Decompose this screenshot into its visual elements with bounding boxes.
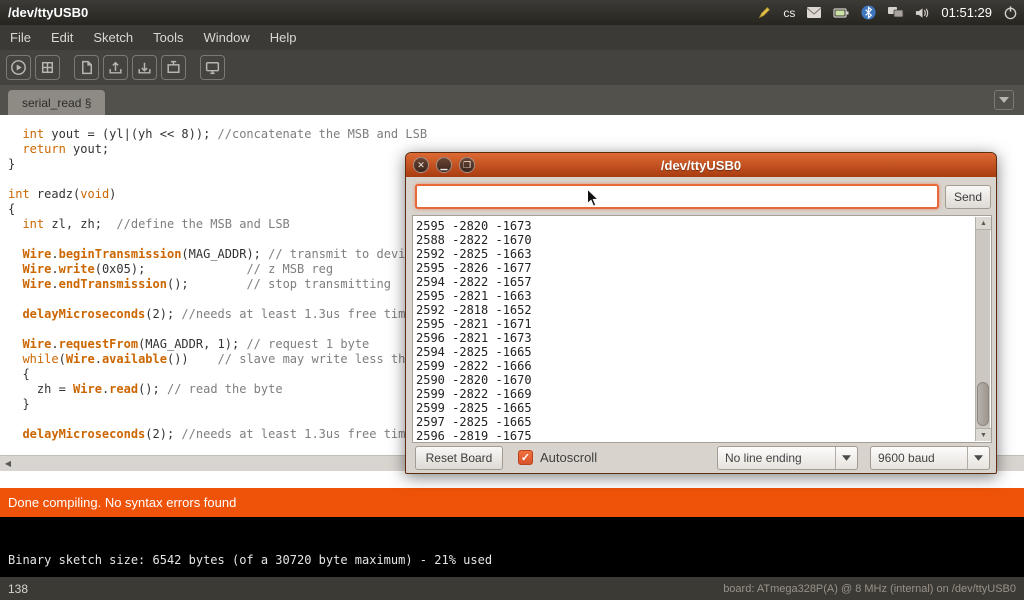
baud-rate-value: 9600 baud xyxy=(871,447,967,469)
menu-help[interactable]: Help xyxy=(260,25,307,50)
arduino-ide-screen: /dev/ttyUSB0 cs 01:51:29 xyxy=(0,0,1024,600)
scroll-left-arrow-icon[interactable]: ◀ xyxy=(0,456,16,472)
menu-tools[interactable]: Tools xyxy=(143,25,193,50)
system-tray: cs 01:51:29 xyxy=(757,5,1018,20)
tab-serial-read[interactable]: serial_read § xyxy=(8,90,105,115)
export-button[interactable] xyxy=(161,55,186,80)
active-window-title: /dev/ttyUSB0 xyxy=(8,5,88,20)
serial-send-input[interactable] xyxy=(415,184,939,209)
mail-icon[interactable] xyxy=(806,6,822,19)
bluetooth-icon[interactable] xyxy=(861,5,876,20)
status-message: Done compiling. No syntax errors found xyxy=(8,495,236,510)
chevron-down-icon[interactable] xyxy=(835,447,857,469)
reset-board-button[interactable]: Reset Board xyxy=(415,446,503,470)
scroll-up-arrow-icon[interactable]: ▲ xyxy=(976,217,991,230)
menu-window[interactable]: Window xyxy=(193,25,259,50)
autoscroll-checkbox[interactable]: ✓ xyxy=(518,450,533,465)
tab-menu-button[interactable] xyxy=(994,90,1014,110)
clock[interactable]: 01:51:29 xyxy=(941,5,992,20)
board-info: board: ATmega328P(A) @ 8 MHz (internal) … xyxy=(723,583,1016,595)
serial-monitor-controls: Reset Board ✓ Autoscroll No line ending … xyxy=(406,445,996,471)
top-panel: /dev/ttyUSB0 cs 01:51:29 xyxy=(0,0,1024,25)
serial-vertical-scrollbar[interactable]: ▲ ▼ xyxy=(975,217,990,441)
verify-button[interactable] xyxy=(6,55,31,80)
reset-board-label: Reset Board xyxy=(426,451,493,465)
autoscroll-label: Autoscroll xyxy=(540,450,597,465)
send-button-label: Send xyxy=(954,190,982,204)
chevron-down-icon[interactable] xyxy=(967,447,989,469)
minimize-button[interactable]: ▁ xyxy=(436,157,452,173)
menubar: File Edit Sketch Tools Window Help xyxy=(0,25,1024,50)
toolbar xyxy=(0,50,1024,85)
footer-bar: 138 board: ATmega328P(A) @ 8 MHz (intern… xyxy=(0,577,1024,600)
serial-window-title: /dev/ttyUSB0 xyxy=(406,158,996,173)
new-sketch-button[interactable] xyxy=(74,55,99,80)
menu-sketch[interactable]: Sketch xyxy=(83,25,143,50)
keyboard-indicator-icon[interactable] xyxy=(757,5,772,20)
build-console: Binary sketch size: 6542 bytes (of a 307… xyxy=(0,517,1024,577)
session-power-icon[interactable] xyxy=(1003,5,1018,20)
tab-bar: serial_read § xyxy=(0,85,1024,115)
save-button[interactable] xyxy=(132,55,157,80)
line-ending-dropdown[interactable]: No line ending xyxy=(717,446,858,470)
status-bar: Done compiling. No syntax errors found xyxy=(0,488,1024,517)
stop-button[interactable] xyxy=(35,55,60,80)
tab-label: serial_read § xyxy=(22,96,91,110)
network-icon[interactable] xyxy=(887,6,904,19)
line-ending-value: No line ending xyxy=(718,447,835,469)
volume-icon[interactable] xyxy=(915,6,930,20)
console-output: Binary sketch size: 6542 bytes (of a 307… xyxy=(8,553,492,567)
open-button[interactable] xyxy=(103,55,128,80)
serial-monitor-window: /dev/ttyUSB0 ✕ ▁ ❐ Send 2595 -2820 -1673… xyxy=(405,152,997,474)
scroll-down-arrow-icon[interactable]: ▼ xyxy=(976,428,991,441)
maximize-button[interactable]: ❐ xyxy=(459,157,475,173)
scrollbar-thumb[interactable] xyxy=(977,382,989,426)
serial-data-panel: 2595 -2820 -16732588 -2822 -16702592 -28… xyxy=(412,215,992,443)
menu-file[interactable]: File xyxy=(0,25,41,50)
mouse-cursor xyxy=(585,188,601,208)
serial-output[interactable]: 2595 -2820 -16732588 -2822 -16702592 -28… xyxy=(413,216,975,442)
keyboard-layout-indicator[interactable]: cs xyxy=(783,6,795,20)
send-button[interactable]: Send xyxy=(945,185,991,209)
line-number-indicator: 138 xyxy=(8,582,28,596)
baud-rate-dropdown[interactable]: 9600 baud xyxy=(870,446,990,470)
serial-window-titlebar[interactable]: /dev/ttyUSB0 ✕ ▁ ❐ xyxy=(406,153,996,177)
menu-edit[interactable]: Edit xyxy=(41,25,83,50)
serial-monitor-button[interactable] xyxy=(200,55,225,80)
close-button[interactable]: ✕ xyxy=(413,157,429,173)
battery-icon[interactable] xyxy=(833,7,850,19)
